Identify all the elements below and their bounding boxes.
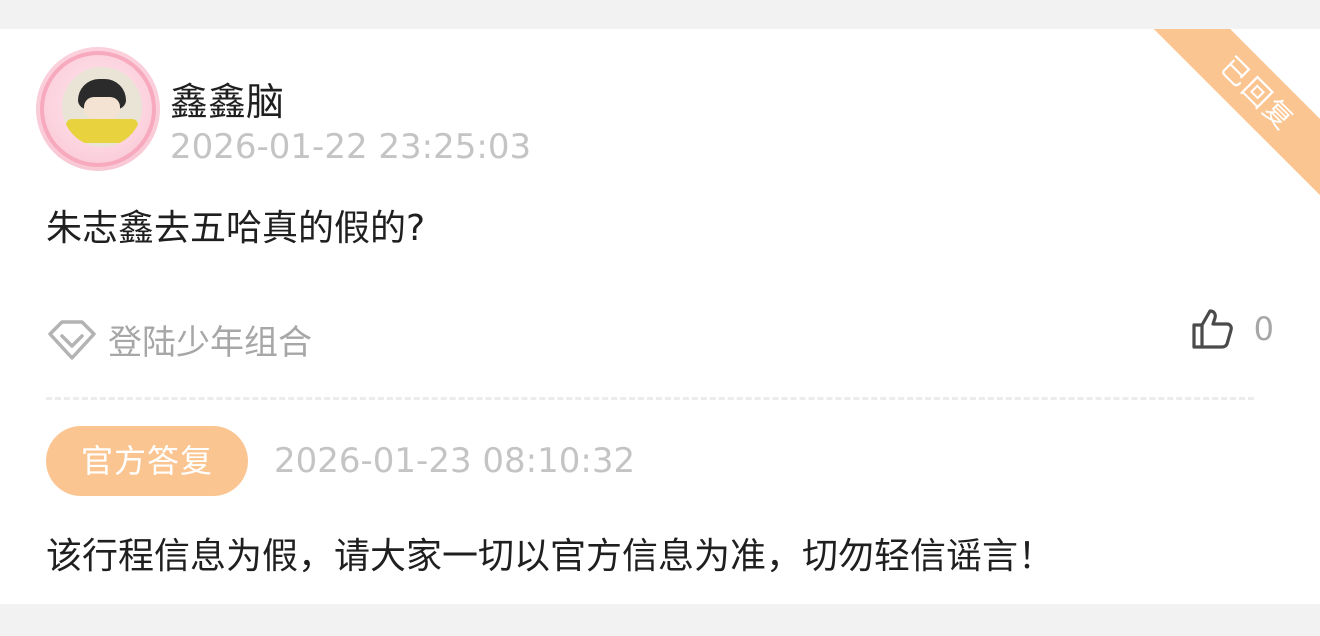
like-count: 0 <box>1253 310 1274 348</box>
username[interactable]: 鑫鑫脑 <box>170 71 284 126</box>
avatar-photo <box>62 67 142 147</box>
divider <box>46 397 1254 400</box>
official-reply-badge: 官方答复 <box>46 426 248 496</box>
diamond-icon <box>48 319 96 360</box>
reply-timestamp: 2026-01-23 08:10:32 <box>274 441 636 481</box>
topic-tag-label: 登陆少年组合 <box>108 323 312 363</box>
topic-tag[interactable]: 登陆少年组合 <box>46 315 312 364</box>
like-button[interactable]: 0 <box>1190 307 1274 351</box>
question-text: 朱志鑫去五哈真的假的? <box>46 208 426 249</box>
avatar[interactable] <box>36 47 160 171</box>
question-card: 已回复 鑫鑫脑 2026-01-22 23:25:03 朱志鑫去五哈真的假的? … <box>0 29 1320 604</box>
post-timestamp: 2026-01-22 23:25:03 <box>170 127 532 167</box>
official-reply-text: 该行程信息为假，请大家一切以官方信息为准，切勿轻信谣言！ <box>46 536 1055 577</box>
avatar-badge-icon <box>36 153 66 171</box>
thumbs-up-icon <box>1192 309 1233 349</box>
replied-ribbon: 已回复 <box>1149 29 1320 202</box>
